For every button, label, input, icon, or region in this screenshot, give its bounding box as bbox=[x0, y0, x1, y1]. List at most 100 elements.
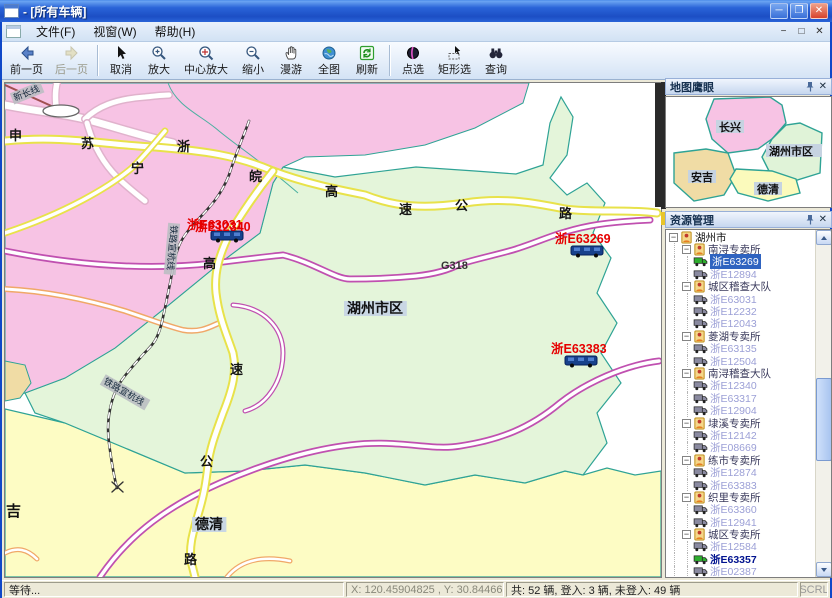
collapse-icon[interactable]: − bbox=[682, 332, 691, 341]
map-text-label: 吉 bbox=[6, 502, 21, 520]
collapse-icon[interactable]: − bbox=[682, 369, 691, 378]
truck-icon bbox=[693, 256, 708, 267]
toolbar-button-label: 缩小 bbox=[242, 61, 264, 77]
collapse-icon[interactable]: − bbox=[669, 233, 678, 242]
menu-item-1[interactable]: 视窗(W) bbox=[84, 21, 145, 42]
map-text-label: 浙 bbox=[177, 139, 190, 154]
close-panel-icon[interactable]: ✕ bbox=[819, 82, 827, 92]
collapse-icon[interactable]: − bbox=[682, 456, 691, 465]
tree-vehicle[interactable]: 浙E02387 bbox=[710, 564, 757, 577]
toolbar-separator bbox=[97, 45, 99, 76]
mdi-minimize-button[interactable]: − bbox=[775, 24, 792, 39]
toolbar-button-label: 查询 bbox=[485, 61, 507, 77]
toolbar-button-label: 后一页 bbox=[55, 61, 88, 77]
map-text-label: 公 bbox=[200, 454, 213, 469]
vehicle-plate-label: 浙E63383 bbox=[551, 341, 607, 356]
minimize-button[interactable]: ─ bbox=[770, 3, 788, 19]
truck-icon bbox=[693, 566, 708, 577]
pin-icon[interactable] bbox=[805, 214, 816, 225]
truck-icon bbox=[693, 393, 708, 404]
scrollbar-thumb[interactable] bbox=[816, 378, 832, 461]
zoom-out-button[interactable]: 缩小 bbox=[234, 43, 272, 78]
title-bar[interactable]: - [所有车辆] ─ ❐ ✕ bbox=[0, 0, 832, 22]
mdi-restore-button[interactable]: □ bbox=[793, 24, 810, 39]
collapse-icon[interactable]: − bbox=[682, 245, 691, 254]
map-viewport[interactable]: 申苏宁浙皖高速公路高速公路吉G318湖州市区德清新长线铁路宣杭线铁路宣杭线 浙E… bbox=[4, 82, 662, 578]
refresh-button[interactable]: 刷新 bbox=[348, 43, 386, 78]
toolbar-button-label: 前一页 bbox=[10, 61, 43, 77]
truck-icon bbox=[693, 405, 708, 416]
map-canvas[interactable]: 申苏宁浙皖高速公路高速公路吉G318湖州市区德清新长线铁路宣杭线铁路宣杭线 浙E… bbox=[5, 83, 661, 577]
rect-select-icon bbox=[447, 45, 463, 61]
restore-button[interactable]: ❐ bbox=[790, 3, 808, 19]
truck-icon bbox=[693, 504, 708, 515]
tree-scrollbar[interactable] bbox=[815, 230, 831, 577]
map-text-label: 路 bbox=[184, 552, 198, 567]
refresh-icon bbox=[359, 45, 375, 61]
eagle-eye-title: 地图鹰眼 bbox=[670, 79, 714, 95]
application-window: - [所有车辆] ─ ❐ ✕ 文件(F)视窗(W)帮助(H) − □ ✕ 前一页… bbox=[0, 0, 832, 598]
toolbar-separator bbox=[389, 45, 391, 76]
truck-icon bbox=[693, 306, 708, 317]
mdi-close-button[interactable]: ✕ bbox=[811, 24, 828, 39]
truck-icon bbox=[693, 517, 708, 528]
toolbar: 前一页后一页 取消放大中心放大缩小漫游全图刷新点选矩形选查询 bbox=[2, 42, 830, 80]
forward-arrow-icon bbox=[64, 45, 80, 61]
truck-icon bbox=[693, 343, 708, 354]
resource-panel-header[interactable]: 资源管理 ✕ bbox=[665, 211, 832, 228]
toolbar-button-label: 漫游 bbox=[280, 61, 302, 77]
zoom-out-icon bbox=[245, 45, 261, 61]
map-text-label: 申 bbox=[9, 128, 22, 143]
center-zoom-icon bbox=[198, 45, 214, 61]
place-label: 德清 bbox=[192, 516, 226, 532]
toolbar-button-label: 全图 bbox=[318, 61, 340, 77]
prev-button[interactable]: 前一页 bbox=[4, 43, 49, 78]
pin-icon[interactable] bbox=[805, 81, 816, 92]
svg-text:德清: 德清 bbox=[756, 182, 779, 196]
truck-icon bbox=[693, 467, 708, 478]
organization-icon bbox=[680, 231, 693, 244]
collapse-icon[interactable]: − bbox=[682, 282, 691, 291]
scroll-up-icon[interactable] bbox=[816, 230, 832, 245]
map-text-label: 公 bbox=[455, 198, 468, 213]
cancel-button[interactable]: 取消 bbox=[102, 43, 140, 78]
collapse-icon[interactable]: − bbox=[682, 419, 691, 428]
svg-text:湖州市区: 湖州市区 bbox=[347, 300, 403, 316]
tree-row[interactable]: 浙E02387 bbox=[667, 566, 814, 577]
rect-select-button[interactable]: 矩形选 bbox=[432, 43, 477, 78]
menu-item-0[interactable]: 文件(F) bbox=[27, 21, 84, 42]
eagle-eye-map[interactable]: 长兴 湖州市区 安吉 德清 bbox=[665, 96, 832, 208]
collapse-icon[interactable]: − bbox=[682, 493, 691, 502]
toolbar-button-label: 放大 bbox=[148, 61, 170, 77]
mdi-window-controls: − □ ✕ bbox=[774, 24, 828, 39]
center-zoom-button[interactable]: 中心放大 bbox=[178, 43, 234, 78]
close-button[interactable]: ✕ bbox=[810, 3, 828, 19]
svg-text:安吉: 安吉 bbox=[691, 170, 713, 184]
map-text-label: G318 bbox=[441, 260, 468, 272]
close-panel-icon[interactable]: ✕ bbox=[819, 215, 827, 225]
place-label: 湖州市区 bbox=[344, 300, 407, 316]
next-button[interactable]: 后一页 bbox=[49, 43, 94, 78]
collapse-icon[interactable]: − bbox=[682, 530, 691, 539]
menu-item-2[interactable]: 帮助(H) bbox=[146, 21, 205, 42]
map-text-label: 苏 bbox=[81, 136, 94, 151]
point-select-button[interactable]: 点选 bbox=[394, 43, 432, 78]
eagle-eye-header[interactable]: 地图鹰眼 ✕ bbox=[665, 78, 832, 95]
map-text-label: 路 bbox=[559, 206, 573, 221]
truck-icon bbox=[693, 480, 708, 491]
query-button[interactable]: 查询 bbox=[477, 43, 515, 78]
map-text-label: 皖 bbox=[249, 169, 262, 184]
toolbar-button-label: 取消 bbox=[110, 61, 132, 77]
organization-icon bbox=[693, 367, 706, 380]
zoom-in-button[interactable]: 放大 bbox=[140, 43, 178, 78]
organization-icon bbox=[693, 417, 706, 430]
status-message: 等待... bbox=[4, 582, 344, 597]
status-vehicle-counts: 共: 52 辆, 登入: 3 辆, 未登入: 49 辆 bbox=[506, 582, 798, 597]
organization-icon bbox=[693, 528, 706, 541]
toolbar-button-label: 中心放大 bbox=[184, 61, 228, 77]
pan-button[interactable]: 漫游 bbox=[272, 43, 310, 78]
map-text-label: 高 bbox=[325, 184, 338, 199]
full-extent-button[interactable]: 全图 bbox=[310, 43, 348, 78]
scroll-down-icon[interactable] bbox=[816, 562, 832, 577]
organization-icon bbox=[693, 454, 706, 467]
